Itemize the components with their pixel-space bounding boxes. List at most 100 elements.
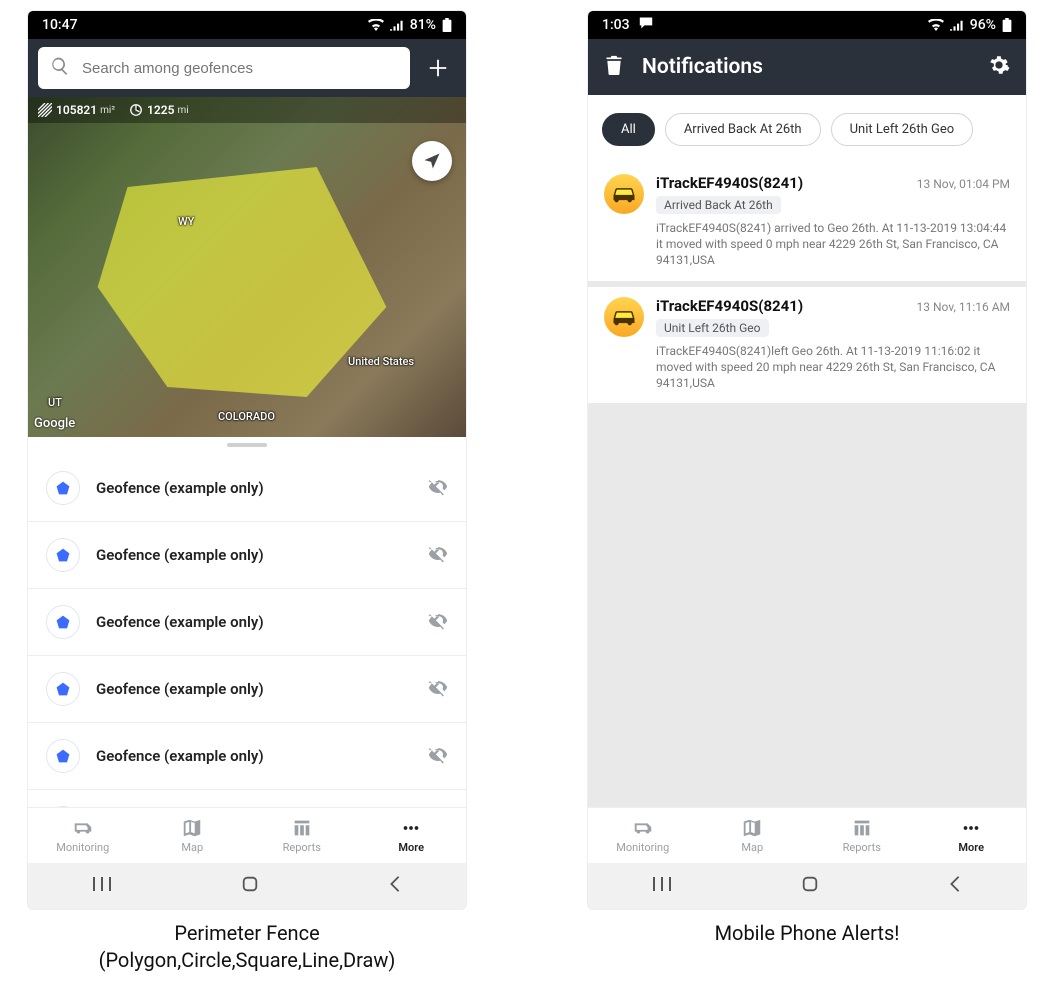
geofence-item-label: Geofence (example only) (96, 680, 412, 698)
nav-more[interactable]: More (917, 808, 1027, 863)
status-battery: 96% (970, 17, 996, 33)
geofence-item[interactable]: Geofence (example only) (28, 455, 466, 522)
vehicle-icon (604, 297, 644, 337)
bottom-nav: Monitoring Map Reports More (588, 807, 1026, 863)
filter-chip[interactable]: Unit Left 26th Geo (831, 113, 974, 146)
notification-time: 13 Nov, 11:16 AM (917, 300, 1010, 314)
nav-monitoring[interactable]: Monitoring (28, 808, 138, 863)
nav-reports-label: Reports (283, 841, 321, 854)
map-label-wy: WY (178, 215, 194, 228)
map-area-unit: mi² (100, 105, 115, 116)
android-soft-keys (28, 863, 466, 909)
geofence-item-label: Geofence (example only) (96, 613, 412, 631)
nav-map-label: Map (741, 841, 763, 854)
notifications-title: Notifications (642, 55, 970, 79)
drag-handle[interactable] (227, 443, 267, 447)
phone-geofence: 10:47 81% (27, 10, 467, 983)
notifications-list[interactable]: iTrackEF4940S(8241) 13 Nov, 01:04 PM Arr… (588, 164, 1026, 807)
home-key[interactable] (771, 871, 849, 901)
nav-map[interactable]: Map (138, 808, 248, 863)
back-key[interactable] (358, 871, 432, 901)
geofence-item[interactable]: Geofence (example only) (28, 723, 466, 790)
nav-map-label: Map (181, 841, 203, 854)
trash-icon[interactable] (604, 54, 624, 80)
locate-me-button[interactable] (412, 141, 452, 181)
phone-notifications-body: 1:03 96% Notifi (587, 10, 1027, 910)
status-bar: 1:03 96% (588, 11, 1026, 39)
signal-icon (950, 19, 964, 31)
geofence-shape-icon (46, 471, 80, 505)
android-soft-keys (588, 863, 1026, 909)
nav-monitoring-label: Monitoring (616, 841, 669, 854)
back-key[interactable] (918, 871, 992, 901)
notification-time: 13 Nov, 01:04 PM (917, 177, 1010, 191)
phone2-caption: Mobile Phone Alerts! (587, 910, 1027, 947)
geofence-shape-icon (46, 739, 80, 773)
battery-icon (442, 18, 452, 32)
notification-card[interactable]: iTrackEF4940S(8241) 13 Nov, 01:04 PM Arr… (588, 164, 1026, 281)
nav-reports[interactable]: Reports (807, 808, 917, 863)
perimeter-icon (129, 103, 143, 117)
wifi-icon (368, 19, 384, 31)
visibility-off-icon[interactable] (428, 543, 448, 567)
notifications-header: Notifications (588, 39, 1026, 95)
nav-reports[interactable]: Reports (247, 808, 357, 863)
status-time: 10:47 (42, 17, 78, 33)
geofence-item[interactable]: Geofence (example only) (28, 589, 466, 656)
geofence-item-label: Geofence (example only) (96, 546, 412, 564)
chat-icon (638, 16, 654, 34)
nav-more[interactable]: More (357, 808, 467, 863)
geofence-shape-icon (46, 672, 80, 706)
notification-title: iTrackEF4940S(8241) (656, 297, 803, 315)
map-label-us: United States (348, 355, 414, 368)
visibility-off-icon[interactable] (428, 677, 448, 701)
geofence-item[interactable]: Geofence (example only) (28, 790, 466, 807)
add-geofence-button[interactable] (420, 50, 456, 86)
geofence-list[interactable]: Geofence (example only) Geofence (exampl… (28, 455, 466, 807)
map[interactable]: WY UT COLORADO United States 105821 mi² (28, 97, 466, 437)
geofence-item[interactable]: Geofence (example only) (28, 656, 466, 723)
map-area-value: 105821 (56, 103, 97, 117)
notification-title: iTrackEF4940S(8241) (656, 174, 803, 192)
visibility-off-icon[interactable] (428, 476, 448, 500)
geofence-item-label: Geofence (example only) (96, 479, 412, 497)
notification-tag: Unit Left 26th Geo (656, 319, 769, 337)
search-box[interactable] (38, 47, 410, 89)
geofence-shape-icon (46, 538, 80, 572)
geofence-item[interactable]: Geofence (example only) (28, 522, 466, 589)
visibility-off-icon[interactable] (428, 610, 448, 634)
visibility-off-icon[interactable] (428, 744, 448, 768)
search-input[interactable] (80, 59, 398, 78)
signal-icon (390, 19, 404, 31)
status-time: 1:03 (602, 17, 630, 33)
recents-key[interactable] (622, 872, 702, 900)
map-perimeter-unit: mi (177, 105, 188, 116)
nav-reports-label: Reports (843, 841, 881, 854)
filter-chip[interactable]: Arrived Back At 26th (665, 113, 821, 146)
geofence-shape-icon (46, 605, 80, 639)
status-right: 96% (928, 17, 1012, 33)
notification-card[interactable]: iTrackEF4940S(8241) 13 Nov, 11:16 AM Uni… (588, 287, 1026, 404)
battery-icon (1002, 18, 1012, 32)
map-terrain: WY UT COLORADO United States (28, 97, 466, 437)
phone1-caption: Perimeter Fence (Polygon,Circle,Square,L… (27, 910, 467, 974)
status-bar: 10:47 81% (28, 11, 466, 39)
bottom-nav: Monitoring Map Reports More (28, 807, 466, 863)
recents-key[interactable] (62, 872, 142, 900)
notification-body: iTrackEF4940S(8241)left Geo 26th. At 11-… (604, 343, 1010, 392)
wifi-icon (928, 19, 944, 31)
nav-more-label: More (398, 841, 424, 854)
phone1-caption-line1: Perimeter Fence (27, 920, 467, 947)
notification-body: iTrackEF4940S(8241) arrived to Geo 26th.… (604, 220, 1010, 269)
phone-geofence-body: 10:47 81% (27, 10, 467, 910)
geofence-item-label: Geofence (example only) (96, 747, 412, 765)
nav-monitoring[interactable]: Monitoring (588, 808, 698, 863)
phone-notifications: 1:03 96% Notifi (587, 10, 1027, 983)
home-key[interactable] (211, 871, 289, 901)
map-label-ut: UT (48, 396, 62, 409)
gear-icon[interactable] (988, 54, 1010, 80)
filter-chip[interactable]: All (602, 113, 655, 146)
map-info-bar: 105821 mi² 1225 mi (28, 97, 466, 123)
nav-map[interactable]: Map (698, 808, 808, 863)
map-perimeter-value: 1225 (147, 103, 174, 117)
